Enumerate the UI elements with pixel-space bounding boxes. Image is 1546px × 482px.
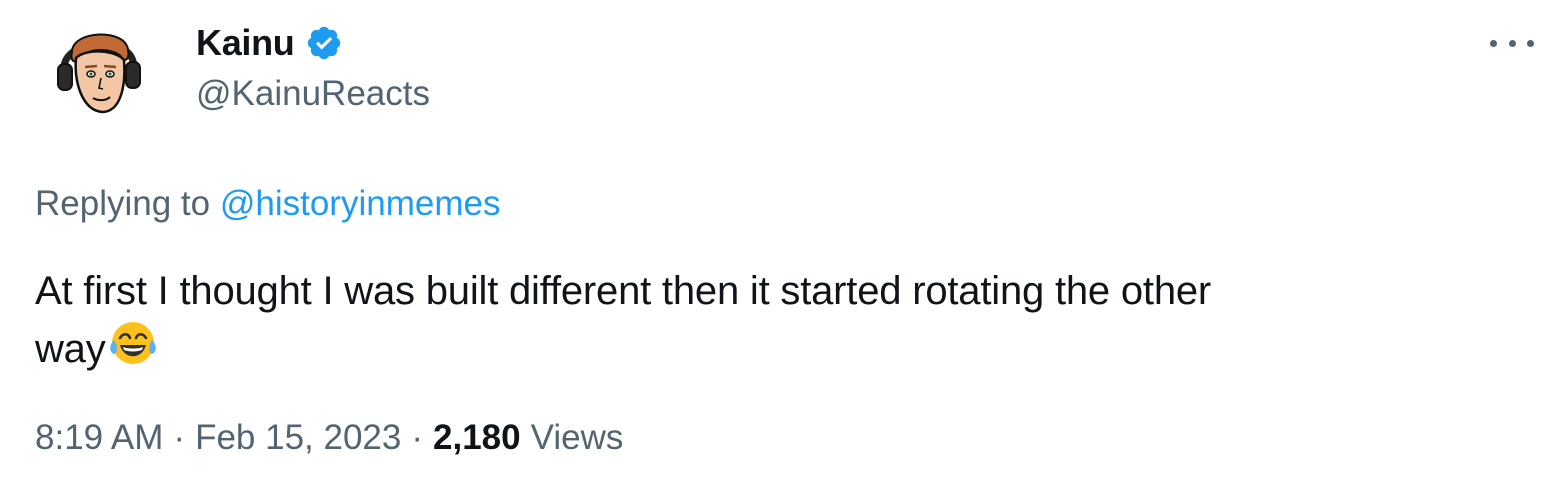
tweet-time[interactable]: 8:19 AM <box>35 418 163 458</box>
author-handle[interactable]: @KainuReacts <box>196 74 430 114</box>
more-horizontal-icon <box>1490 39 1497 47</box>
avatar-image <box>57 33 141 114</box>
meta-separator: · <box>411 418 424 457</box>
meta-separator: · <box>173 418 186 457</box>
author-display-name[interactable]: Kainu <box>196 22 295 64</box>
tweet-text-line-2: way <box>35 327 106 371</box>
replying-to-mention[interactable]: @historyinmemes <box>220 184 501 223</box>
replying-to-line: Replying to @historyinmemes <box>35 184 500 224</box>
author-avatar[interactable] <box>46 18 150 122</box>
views-count: 2,180 <box>433 418 521 457</box>
replying-prefix: Replying to <box>35 184 211 223</box>
tweet-date[interactable]: Feb 15, 2023 <box>195 418 401 458</box>
author-name-row: Kainu <box>196 20 343 66</box>
tweet-text: At first I thought I was built different… <box>35 264 1505 376</box>
tweet-text-line-1: At first I thought I was built different… <box>35 269 1212 313</box>
tweet-card: Kainu @KainuReacts Replying to @historyi… <box>0 0 1546 482</box>
verified-badge-icon <box>305 24 343 62</box>
more-options-button[interactable] <box>1490 30 1534 56</box>
more-dot <box>1527 39 1534 47</box>
more-dot <box>1508 39 1516 47</box>
views-label: Views <box>530 418 624 457</box>
tears-of-joy-emoji-icon <box>108 318 158 368</box>
tweet-meta: 8:19 AM · Feb 15, 2023 · 2,180 Views <box>35 418 623 458</box>
